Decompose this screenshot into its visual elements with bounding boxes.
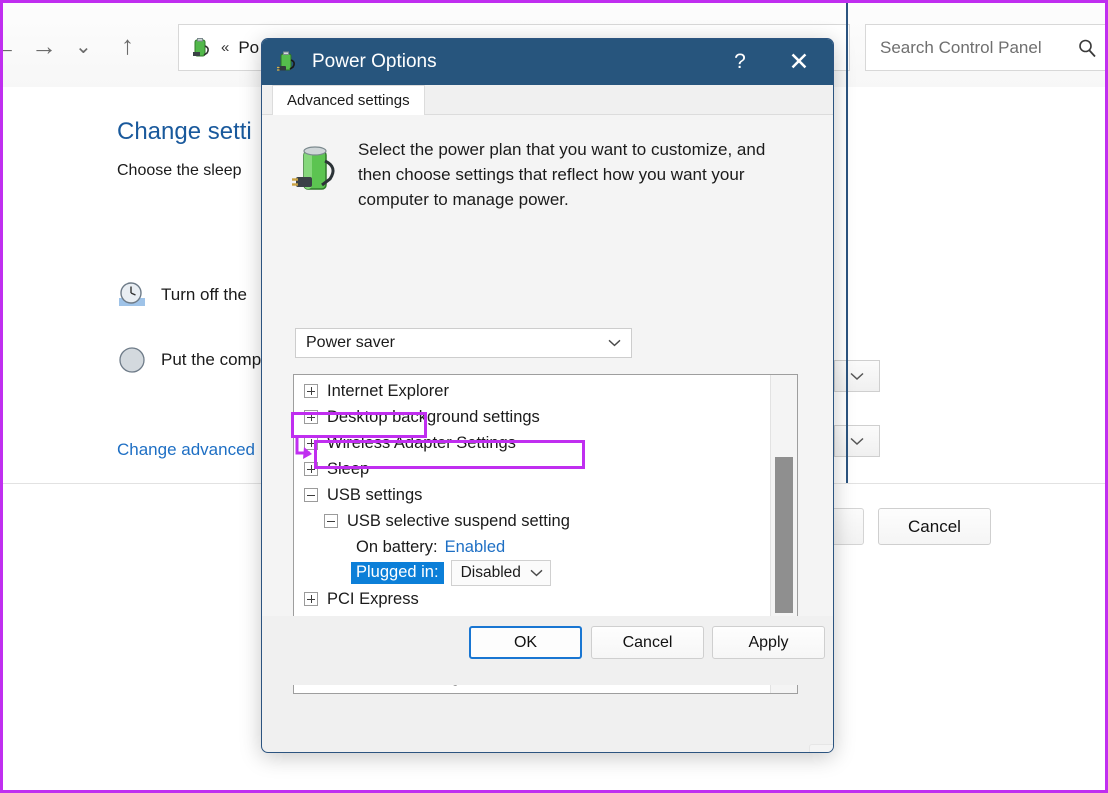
tree-item-plugged-in[interactable]: Plugged in: Disabled [294,560,769,586]
search-icon[interactable] [1077,38,1097,58]
close-icon[interactable]: ✕ [771,39,827,85]
expand-plus-icon[interactable] [304,410,318,424]
up-arrow-icon[interactable]: ↑ [121,32,134,58]
page-subtitle: Choose the sleep [117,162,242,179]
forward-arrow-icon[interactable]: → [31,33,57,59]
expand-plus-icon[interactable] [304,436,318,450]
chevron-down-icon [608,339,621,347]
tree-item-wireless-adapter-settings[interactable]: Wireless Adapter Settings [294,430,769,456]
chevron-down-icon [850,437,864,445]
address-overflow-chevron[interactable]: « [221,39,229,56]
description-text: Select the power plan that you want to c… [358,140,766,209]
search-placeholder: Search Control Panel [880,37,1042,57]
tree-item-sleep[interactable]: Sleep [294,456,769,482]
power-plug-battery-icon [292,146,335,190]
tree-item-label: Desktop background settings [327,407,540,426]
tree-item-label: On battery: [356,537,438,556]
dialog-titlebar: Power Options ? ✕ [262,39,833,85]
dialog-title: Power Options [312,51,437,72]
dialog-footer: OK Cancel Apply [262,616,833,685]
tree-item-on-battery[interactable]: On battery: Enabled [294,534,769,560]
cancel-button[interactable]: Cancel [591,626,704,659]
expand-plus-icon[interactable] [304,462,318,476]
tree-item-pci-express[interactable]: PCI Express [294,586,769,612]
change-advanced-settings-link[interactable]: Change advanced [117,440,255,460]
tree-item-internet-explorer[interactable]: Internet Explorer [294,378,769,404]
tree-item-label: Wireless Adapter Settings [327,433,516,452]
dialog-body: Select the power plan that you want to c… [262,115,833,752]
chevron-down-icon[interactable]: ⌄ [75,37,92,57]
sleep-moon-icon [119,347,145,373]
tree-item-desktop-background-settings[interactable]: Desktop background settings [294,404,769,430]
dialog-tabstrip: Advanced settings [262,85,833,115]
tree-item-usb-selective-suspend-setting[interactable]: USB selective suspend setting [294,508,769,534]
setting-row-put-computer-to-sleep: Put the comp [117,345,261,375]
setting-row-label: Turn off the [161,285,247,304]
plugged-in-label-selected: Plugged in: [351,562,444,584]
plugged-in-dropdown[interactable]: Disabled [450,560,551,586]
tree-item-label: Internet Explorer [327,381,449,400]
window-edge [846,3,848,483]
power-options-dialog: Power Options ? ✕ Advanced settings Sele… [261,38,834,753]
setting-row-label: Put the comp [161,350,262,369]
tree-item-label: PCI Express [327,589,419,608]
tree-item-label: USB settings [327,485,423,504]
setting-row-turn-off-display: Turn off the [117,280,247,310]
description-block: Select the power plan that you want to c… [292,137,802,212]
page-title: Change setti [117,118,252,145]
expand-plus-icon[interactable] [304,384,318,398]
collapse-minus-icon[interactable] [304,488,318,502]
on-battery-value[interactable]: Enabled [445,538,506,557]
collapse-minus-icon[interactable] [324,514,338,528]
scrollbar-thumb[interactable] [775,457,793,613]
chevron-down-icon [530,569,543,577]
clock-icon [119,282,145,306]
sleep-timeout-dropdown[interactable] [834,425,880,457]
display-timeout-dropdown[interactable] [834,360,880,392]
ok-button[interactable]: OK [469,626,582,659]
cancel-button[interactable]: Cancel [878,508,991,545]
expand-plus-icon[interactable] [304,592,318,606]
search-input[interactable]: Search Control Panel [865,24,1105,71]
power-plug-battery-icon [277,51,295,71]
tree-item-label: USB selective suspend setting [347,511,570,530]
screenshot-root: ← → ⌄ ↑ « Po Search Control Panel [0,0,1108,793]
tree-item-usb-settings[interactable]: USB settings [294,482,769,508]
chevron-down-icon [850,372,864,380]
help-button[interactable]: ? [717,39,763,85]
power-plan-value: Power saver [306,334,395,351]
power-options-icon [193,37,209,56]
back-arrow-icon[interactable]: ← [3,33,17,59]
address-text: Po [238,37,260,57]
plugged-in-value: Disabled [460,564,521,581]
power-plan-dropdown[interactable]: Power saver [295,328,632,358]
apply-button[interactable]: Apply [712,626,825,659]
restore-plan-defaults-button[interactable]: Restore plan defaults [809,744,833,752]
tree-item-label: Sleep [327,459,370,478]
tab-advanced-settings[interactable]: Advanced settings [272,85,425,115]
